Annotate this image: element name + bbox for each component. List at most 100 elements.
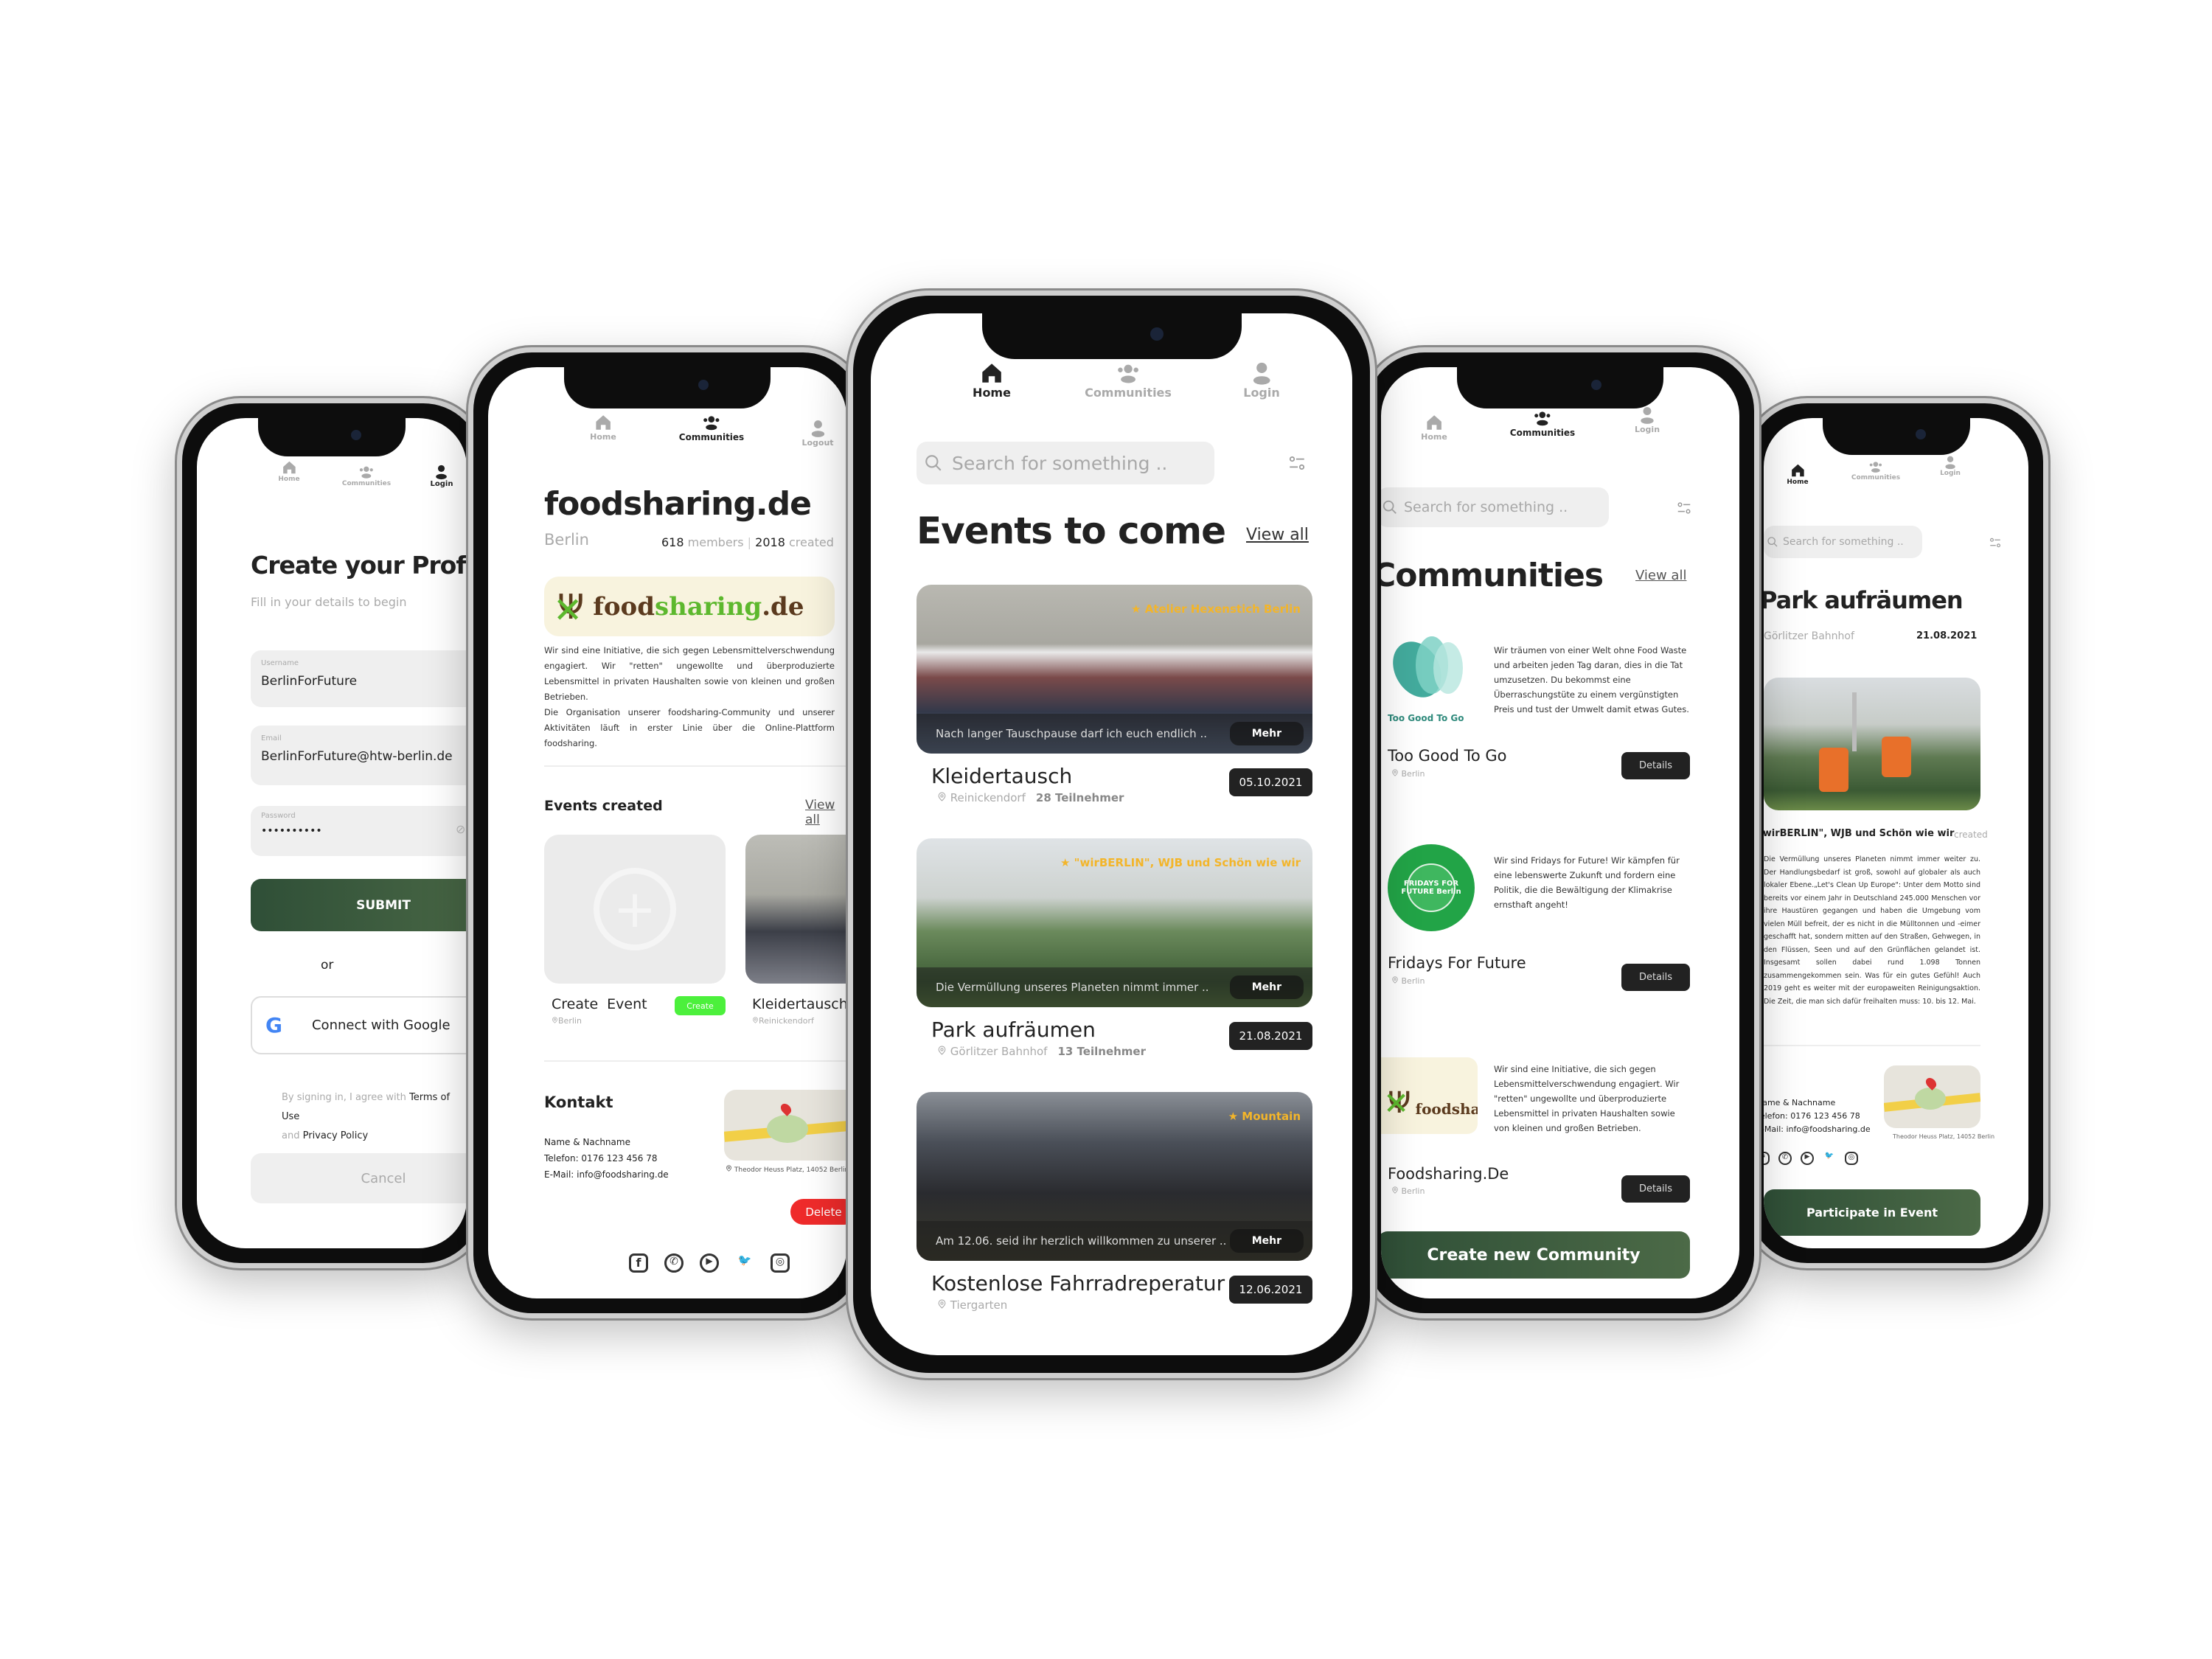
nav-home[interactable]: Home — [1421, 413, 1447, 442]
map-thumbnail[interactable] — [1884, 1065, 1980, 1128]
nav-login[interactable]: Login — [431, 464, 453, 488]
location-pin-icon — [752, 1017, 759, 1023]
communities-icon — [1533, 408, 1552, 428]
location-label: Berlin — [1401, 976, 1425, 986]
nav-home[interactable]: Home — [590, 413, 616, 442]
twitter-icon[interactable]: 🐦 — [735, 1253, 754, 1273]
participate-button[interactable]: Participate in Event — [1764, 1189, 1980, 1236]
privacy-link[interactable]: Privacy Policy — [303, 1130, 369, 1141]
create-event-card[interactable]: + — [544, 835, 726, 984]
username-field[interactable]: Username BerlinForFuture — [251, 650, 467, 707]
youtube-icon[interactable]: ▶ — [700, 1253, 719, 1273]
search-placeholder: Search for something .. — [1783, 536, 1904, 548]
screen: Home Communities Login Search for someth… — [1764, 418, 2028, 1248]
field-label: Email — [261, 734, 282, 742]
nav-communities[interactable]: Communities — [1085, 361, 1172, 400]
field-label: Password — [261, 812, 296, 820]
location-pin-icon — [1391, 1186, 1399, 1194]
create-button[interactable]: Create — [675, 996, 726, 1015]
filter-icon[interactable] — [1989, 536, 2002, 549]
logo-text: food — [593, 591, 655, 622]
search-input[interactable]: Search for something .. — [1381, 487, 1609, 527]
whatsapp-icon[interactable]: ✆ — [664, 1253, 684, 1273]
event-card-image[interactable]: ★ "wirBERLIN", WJB und Schön wie wir Die… — [917, 838, 1312, 1007]
view-all-link[interactable]: View all — [805, 798, 846, 827]
youtube-icon[interactable]: ▶ — [1801, 1152, 1814, 1165]
event-date: 21.08.2021 — [1916, 630, 1978, 641]
address: Theodor Heuss Platz, 14052 Berlin — [1893, 1133, 1995, 1140]
search-icon — [1767, 536, 1778, 548]
community-name: Fridays For Future — [1388, 954, 1526, 972]
nav-communities[interactable]: Communities — [1510, 408, 1575, 438]
facebook-icon[interactable]: f — [629, 1253, 648, 1273]
nav-home[interactable]: Home — [973, 361, 1011, 400]
map-thumbnail[interactable] — [724, 1090, 846, 1161]
nav-home[interactable]: Home — [278, 459, 300, 483]
filter-icon[interactable] — [1676, 500, 1692, 516]
instagram-icon[interactable]: ◎ — [771, 1253, 790, 1273]
user-icon — [808, 419, 827, 438]
divider — [1764, 1045, 1980, 1046]
instagram-icon[interactable]: ◎ — [1845, 1152, 1858, 1165]
nav-home[interactable]: Home — [1787, 462, 1809, 486]
details-button[interactable]: Details — [1621, 1175, 1690, 1203]
logo-text: foodsha — [1415, 1100, 1478, 1118]
event-participants: 28 Teilnehmer — [1035, 791, 1124, 804]
nav-communities[interactable]: Communities — [342, 464, 391, 487]
nav-logout[interactable]: Logout — [801, 419, 834, 448]
cancel-button[interactable]: Cancel — [251, 1153, 467, 1203]
details-button[interactable]: Details — [1621, 964, 1690, 991]
fff-logo: FRIDAYS FOR FUTURE Berlin — [1388, 844, 1475, 931]
nav-communities[interactable]: Communities — [679, 413, 744, 442]
nav-label: Login — [430, 480, 453, 488]
view-all-label: View all — [1246, 526, 1309, 544]
nav-communities[interactable]: Communities — [1851, 459, 1900, 481]
organizer-tag: ★ Atelier Hexenstich Berlin — [1131, 602, 1301, 616]
more-button[interactable]: Mehr — [1229, 722, 1304, 745]
search-input[interactable]: Search for something .. — [917, 442, 1214, 484]
event-card-image[interactable]: ★ Atelier Hexenstich Berlin Nach langer … — [917, 585, 1312, 754]
filter-icon[interactable] — [1287, 453, 1307, 473]
nav-label: Communities — [1509, 428, 1576, 438]
event-image[interactable] — [745, 835, 846, 984]
view-all-link[interactable]: View all — [1246, 526, 1309, 544]
more-button[interactable]: Mehr — [1229, 1229, 1304, 1253]
nav-login[interactable]: Login — [1635, 406, 1660, 434]
details-button[interactable]: Details — [1621, 752, 1690, 779]
field-value: BerlinForFuture@htw-berlin.de — [261, 749, 453, 764]
organizer-label: Mountain — [1242, 1110, 1301, 1123]
location-pin-icon — [726, 1165, 732, 1172]
event-card-image[interactable]: ★ Mountain Am 12.06. seid ihr herzlich w… — [917, 1092, 1312, 1261]
twitter-icon[interactable]: 🐦 — [1823, 1152, 1836, 1165]
view-all-link[interactable]: View all — [1635, 568, 1686, 583]
social-links: f ✆ ▶ 🐦 ◎ — [1764, 1152, 1858, 1165]
screen: Home Communities Login Search for someth… — [1381, 367, 1739, 1298]
event-teaser: Am 12.06. seid ihr herzlich willkommen z… — [936, 1234, 1227, 1248]
create-event-location: Berlin — [552, 1016, 582, 1026]
logo-text: sharing — [654, 591, 762, 622]
google-button[interactable]: G Connect with Google — [251, 996, 467, 1054]
contact-info: Name & Nachname Telefon: 0176 123 456 78… — [544, 1134, 669, 1183]
event-teaser: Nach langer Tauschpause darf ich euch en… — [936, 727, 1207, 740]
nav-label: Login — [1940, 470, 1961, 477]
facebook-icon[interactable]: f — [1764, 1152, 1770, 1165]
event-title: Park aufräumen — [1764, 586, 1964, 614]
event-location: Görlitzer Bahnhof — [1764, 630, 1854, 642]
screen: Home Communities Logout foodsharing.de B… — [488, 367, 846, 1298]
event-image — [1764, 678, 1980, 810]
divider — [544, 1060, 846, 1062]
search-icon — [924, 453, 943, 473]
organizer-tag: ★ "wirBERLIN", WJB und Schön wie wir — [1060, 856, 1301, 869]
email-field[interactable]: Email BerlinForFuture@htw-berlin.de — [251, 726, 467, 785]
nav-login[interactable]: Login — [1243, 361, 1280, 400]
create-community-button[interactable]: Create new Community — [1381, 1231, 1690, 1279]
eye-off-icon[interactable]: ⊘ — [456, 822, 465, 836]
search-input[interactable]: Search for something .. — [1764, 526, 1922, 558]
delete-button[interactable]: Delete — [790, 1199, 846, 1225]
password-field[interactable]: Password •••••••••• ⊘ — [251, 806, 467, 856]
nav-login[interactable]: Login — [1940, 455, 1961, 477]
whatsapp-icon[interactable]: ✆ — [1778, 1152, 1792, 1165]
more-button[interactable]: Mehr — [1229, 975, 1304, 999]
created-label: created — [788, 535, 834, 549]
submit-button[interactable]: SUBMIT — [251, 879, 467, 931]
